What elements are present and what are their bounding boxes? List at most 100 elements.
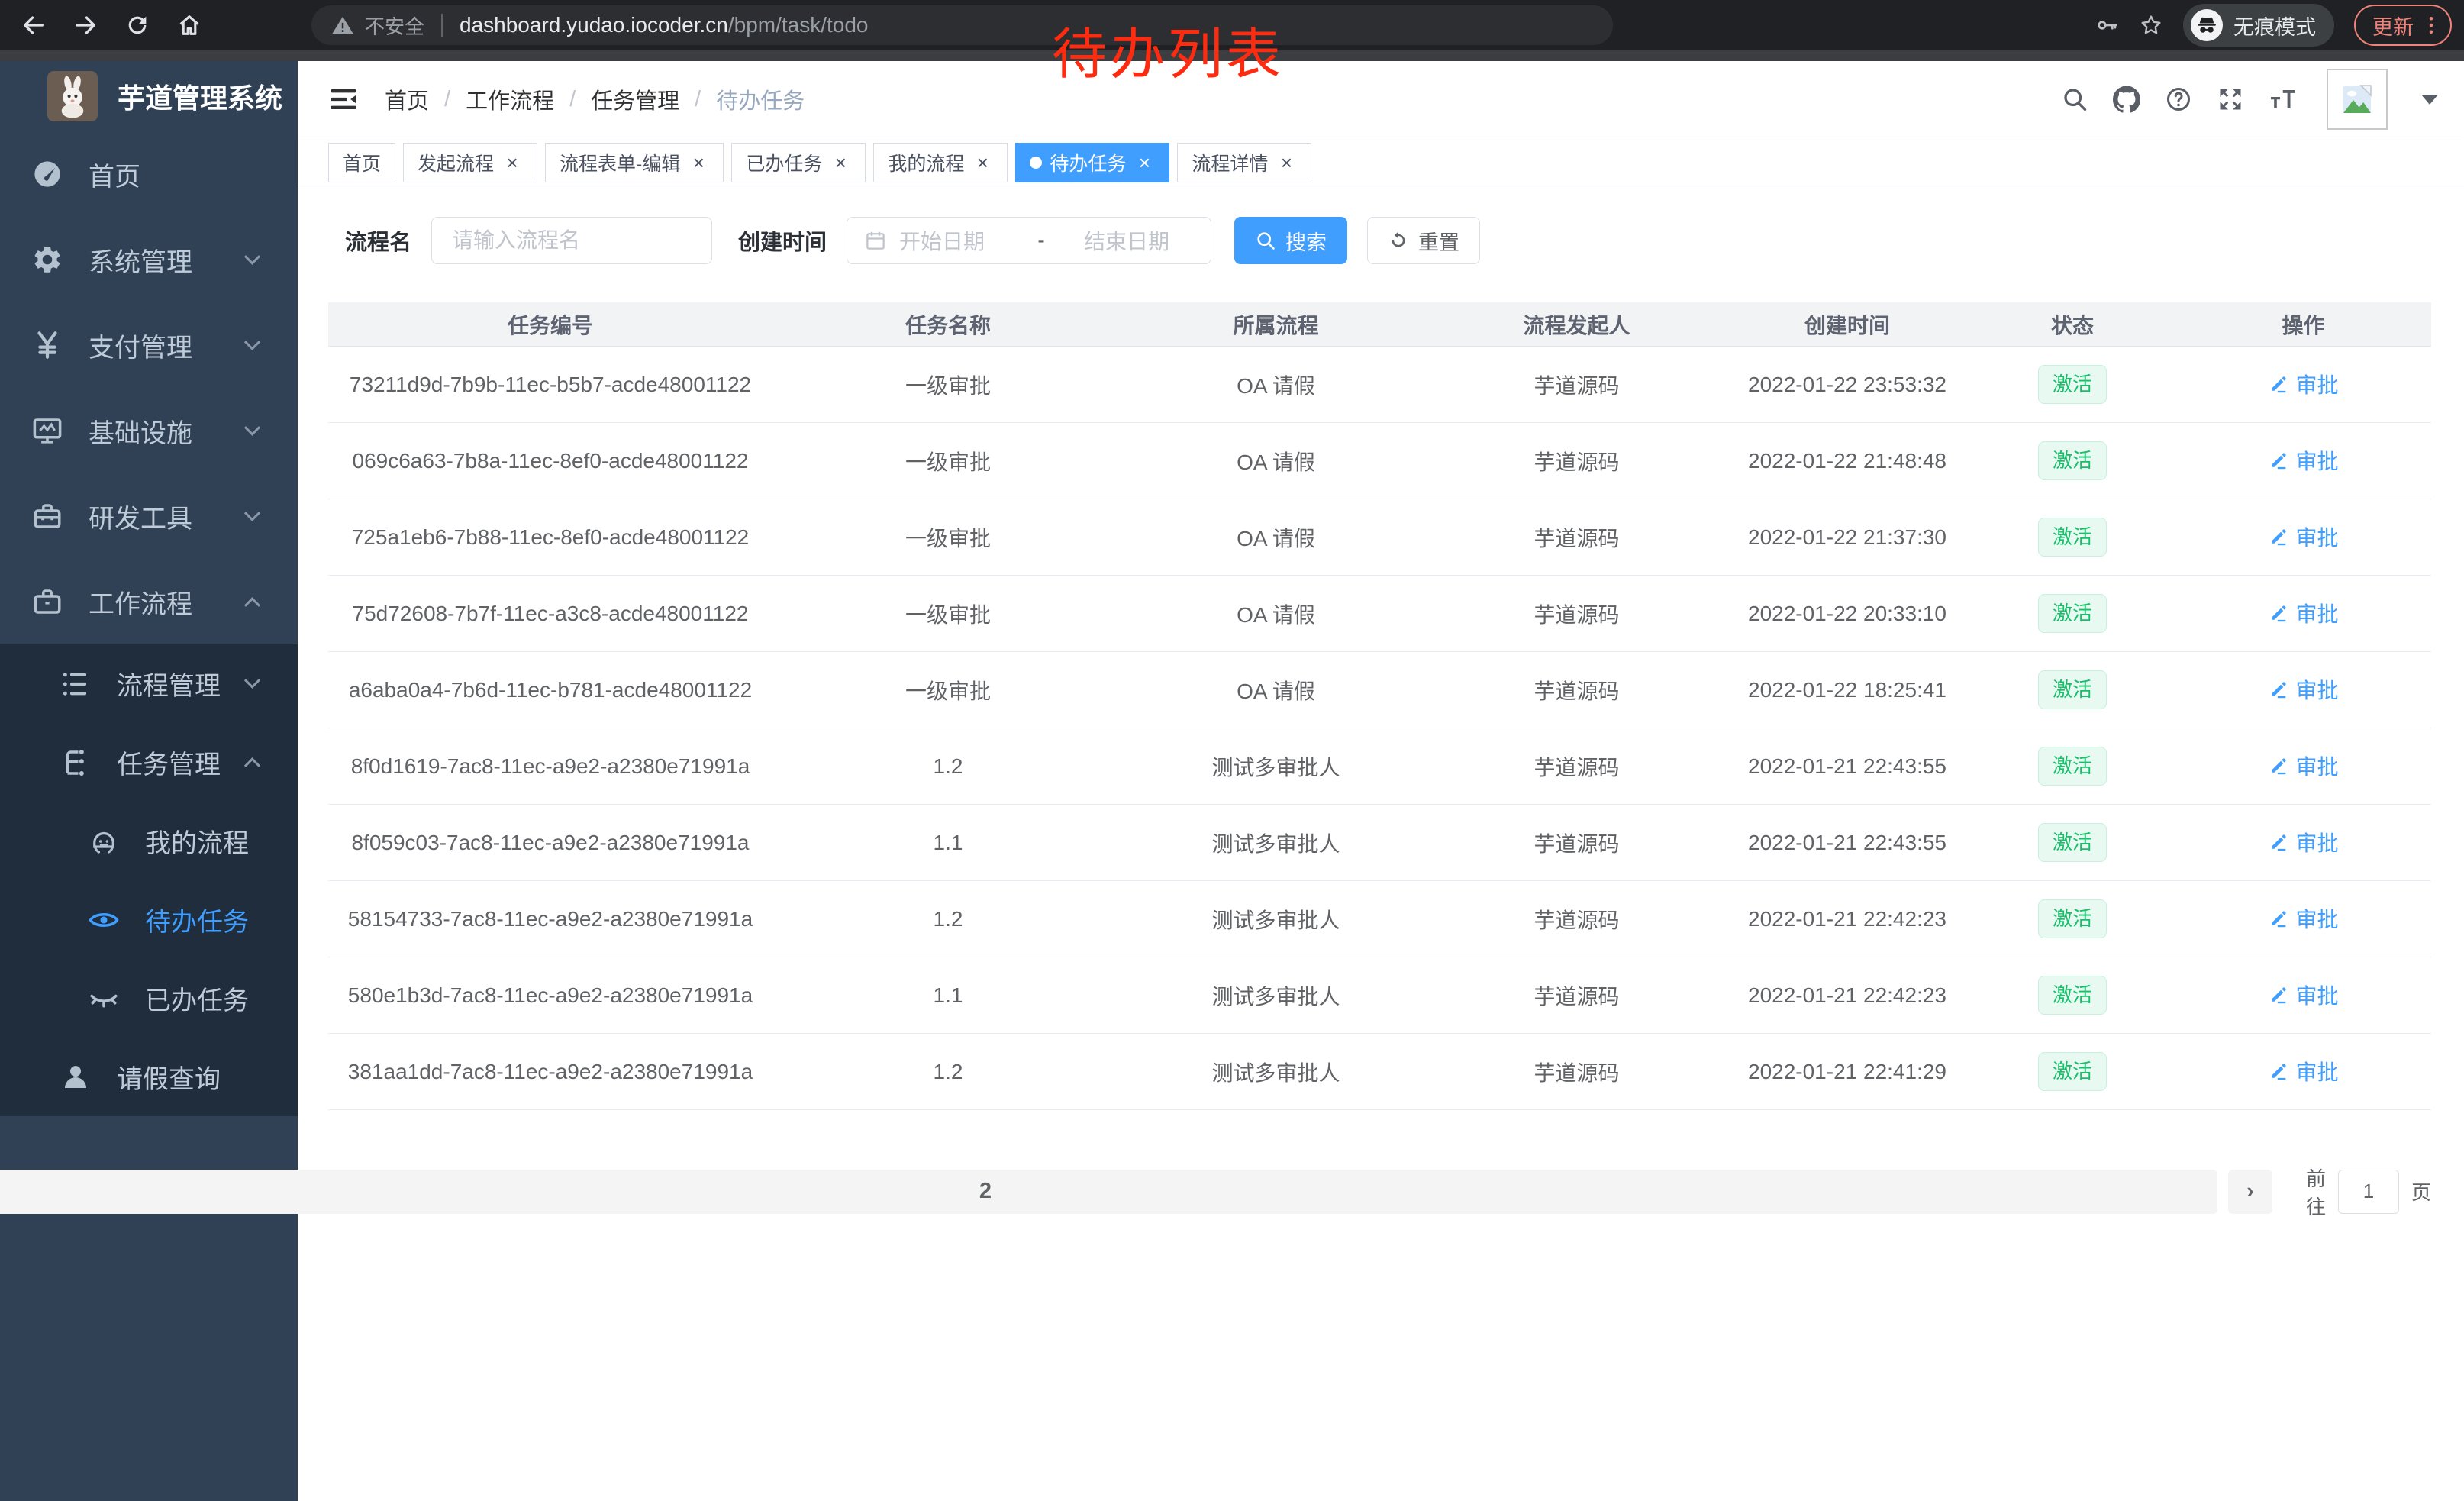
key-icon[interactable] — [2095, 13, 2119, 37]
pencil-icon — [2268, 602, 2289, 624]
tab-close-icon[interactable]: × — [1276, 152, 1297, 173]
breadcrumb: 首页/工作流程/任务管理/待办任务 — [385, 83, 805, 115]
reset-button[interactable]: 重置 — [1367, 217, 1480, 264]
tab-close-icon[interactable]: × — [502, 152, 523, 173]
status-badge: 激活 — [2038, 976, 2107, 1015]
approve-link[interactable]: 审批 — [2268, 674, 2338, 705]
tab-close-icon[interactable]: × — [830, 152, 851, 173]
forward-icon[interactable] — [64, 4, 107, 47]
toolbox-icon — [29, 500, 66, 532]
search-button-label: 搜索 — [1285, 226, 1327, 256]
breadcrumb-link-0[interactable]: 首页 — [385, 83, 429, 115]
reload-icon[interactable] — [116, 4, 159, 47]
cell-task-name: 1.2 — [772, 907, 1124, 931]
tab-2[interactable]: 流程表单-编辑× — [545, 143, 724, 182]
sidebar-item-eye-closed[interactable]: 已办任务 — [0, 959, 298, 1038]
tab-1[interactable]: 发起流程× — [403, 143, 537, 182]
warning-icon — [331, 14, 354, 37]
approve-link[interactable]: 审批 — [2268, 1056, 2338, 1086]
cell-task-name: 一级审批 — [772, 599, 1124, 629]
next-page-button[interactable]: › — [2228, 1170, 2272, 1214]
column-header: 操作 — [2175, 309, 2431, 340]
url-bar[interactable]: 不安全 dashboard.yudao.iocoder.cn/bpm/task/… — [311, 5, 1613, 45]
cell-action: 审批 — [2175, 903, 2431, 934]
approve-link[interactable]: 审批 — [2268, 369, 2338, 399]
search-button-icon — [1255, 230, 1276, 251]
cell-task-id: 73211d9d-7b9b-11ec-b5b7-acde48001122 — [328, 373, 772, 397]
create-time-label: 创建时间 — [738, 224, 827, 257]
sidebar-item-org-tree[interactable]: 任务管理 — [0, 723, 298, 802]
fullscreen-icon[interactable] — [2217, 86, 2244, 113]
sidebar-item-user[interactable]: 请假查询 — [0, 1038, 298, 1116]
tab-0[interactable]: 首页 — [328, 143, 395, 182]
sidebar-item-eye-open[interactable]: 待办任务 — [0, 880, 298, 959]
approve-link[interactable]: 审批 — [2268, 750, 2338, 781]
update-button[interactable]: 更新 — [2354, 5, 2452, 46]
text-size-icon[interactable] — [2269, 86, 2296, 113]
sidebar-item-yen[interactable]: 支付管理 — [0, 302, 298, 388]
tab-bar: 首页发起流程×流程表单-编辑×已办任务×我的流程×待办任务×流程详情× — [298, 137, 2464, 189]
avatar-caret-icon[interactable] — [2421, 95, 2438, 105]
search-icon[interactable] — [2061, 86, 2088, 113]
cell-action: 审批 — [2175, 674, 2431, 705]
cell-task-id: 381aa1dd-7ac8-11ec-a9e2-a2380e71991a — [328, 1060, 772, 1084]
sidebar-item-flow-list[interactable]: 流程管理 — [0, 644, 298, 723]
help-icon[interactable] — [2165, 86, 2192, 113]
sidebar-item-label: 首页 — [89, 156, 298, 193]
status-badge: 激活 — [2038, 518, 2107, 557]
search-button[interactable]: 搜索 — [1234, 217, 1347, 264]
sidebar-item-label: 待办任务 — [145, 901, 298, 938]
cell-status: 激活 — [1969, 899, 2175, 938]
sidebar-fold-icon[interactable] — [328, 84, 359, 115]
incognito-icon — [2191, 9, 2223, 41]
cell-task-name: 1.1 — [772, 831, 1124, 855]
cell-status: 激活 — [1969, 1052, 2175, 1091]
goto-page-input[interactable] — [2338, 1170, 2399, 1214]
cell-starter: 芋道源码 — [1428, 1057, 1725, 1087]
cell-created: 2022-01-22 21:48:48 — [1725, 449, 1969, 473]
approve-link[interactable]: 审批 — [2268, 445, 2338, 476]
approve-link[interactable]: 审批 — [2268, 598, 2338, 628]
table-row-6: 8f059c03-7ac8-11ec-a9e2-a2380e71991a1.1测… — [328, 805, 2431, 881]
goto-suffix: 页 — [2411, 1177, 2431, 1206]
approve-link[interactable]: 审批 — [2268, 827, 2338, 857]
github-icon[interactable] — [2113, 86, 2140, 113]
sidebar: 芋道管理系统 首页系统管理支付管理基础设施研发工具工作流程流程管理任务管理我的流… — [0, 61, 298, 1501]
sidebar-item-monitor[interactable]: 基础设施 — [0, 388, 298, 473]
avatar[interactable] — [2327, 69, 2388, 130]
bookmark-star-icon[interactable] — [2139, 13, 2163, 37]
tab-5[interactable]: 待办任务× — [1015, 143, 1169, 182]
tab-6[interactable]: 流程详情× — [1177, 143, 1311, 182]
sidebar-item-briefcase[interactable]: 工作流程 — [0, 559, 298, 644]
end-date-placeholder[interactable]: 结束日期 — [1063, 225, 1194, 256]
pencil-icon — [2268, 679, 2289, 700]
page-button-2[interactable]: 2 — [0, 1170, 2217, 1214]
breadcrumb-link-2[interactable]: 任务管理 — [591, 83, 679, 115]
sidebar-logo-row[interactable]: 芋道管理系统 — [0, 61, 298, 131]
tab-close-icon[interactable]: × — [972, 152, 993, 173]
tab-4[interactable]: 我的流程× — [873, 143, 1008, 182]
back-icon[interactable] — [12, 4, 55, 47]
cell-task-id: a6aba0a4-7b6d-11ec-b781-acde48001122 — [328, 678, 772, 702]
cell-process: OA 请假 — [1124, 446, 1428, 476]
date-range-picker[interactable]: 开始日期 - 结束日期 — [847, 217, 1211, 264]
column-header: 所属流程 — [1124, 309, 1428, 340]
active-tab-dot — [1030, 157, 1042, 169]
tab-3[interactable]: 已办任务× — [731, 143, 866, 182]
cell-status: 激活 — [1969, 976, 2175, 1015]
briefcase-icon — [29, 586, 66, 618]
process-name-input[interactable] — [431, 217, 712, 264]
sidebar-item-robot-face[interactable]: 我的流程 — [0, 802, 298, 880]
sidebar-item-gear[interactable]: 系统管理 — [0, 217, 298, 302]
approve-link[interactable]: 审批 — [2268, 903, 2338, 934]
tab-close-icon[interactable]: × — [1134, 152, 1155, 173]
start-date-placeholder[interactable]: 开始日期 — [899, 225, 1020, 256]
table-body: 73211d9d-7b9b-11ec-b5b7-acde48001122 一级审批… — [328, 347, 2431, 1110]
breadcrumb-link-1[interactable]: 工作流程 — [466, 83, 554, 115]
home-icon[interactable] — [168, 4, 211, 47]
sidebar-item-dashboard[interactable]: 首页 — [0, 131, 298, 217]
approve-link[interactable]: 审批 — [2268, 980, 2338, 1010]
sidebar-item-toolbox[interactable]: 研发工具 — [0, 473, 298, 559]
approve-link[interactable]: 审批 — [2268, 521, 2338, 552]
tab-close-icon[interactable]: × — [688, 152, 709, 173]
